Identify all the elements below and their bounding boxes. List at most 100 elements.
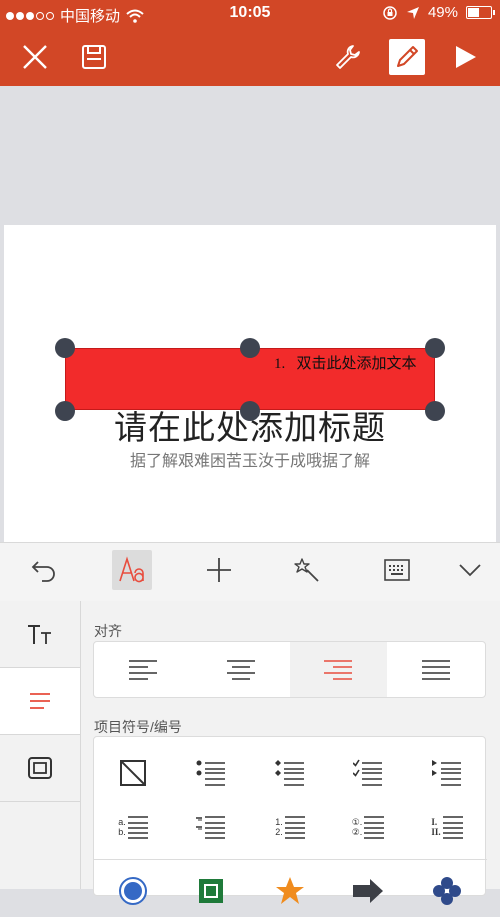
bullet-arrow-icon [353, 879, 383, 903]
lines-icon [127, 816, 148, 839]
lines-icon [364, 816, 385, 839]
bullet-clover-button[interactable] [408, 865, 486, 917]
slide-subtitle[interactable]: 据了解艰难困苦玉汝于成哦据了解 [4, 447, 496, 471]
list-style-label: 项目符号/编号 [94, 719, 182, 735]
numbering-digits-button[interactable]: 1. 2. [251, 801, 329, 853]
bullet-arrows-button[interactable] [408, 747, 486, 799]
paragraph-icon [30, 693, 50, 709]
close-button[interactable] [12, 34, 58, 80]
bullet-star-button[interactable] [251, 865, 329, 917]
bullet-star-icon [276, 877, 304, 904]
bullet-circle-button[interactable] [94, 865, 172, 917]
save-button[interactable] [71, 34, 117, 80]
tools-button[interactable] [325, 34, 371, 80]
justify-button[interactable] [387, 642, 485, 697]
close-icon [23, 45, 47, 69]
bullet-checks-icon [353, 759, 382, 786]
align-right-icon [324, 659, 353, 680]
bullet-square-icon [199, 879, 223, 903]
chevron-down-icon [459, 564, 481, 577]
label-2: 2. [275, 827, 283, 837]
insert-icon [207, 558, 231, 582]
edit-button[interactable] [389, 39, 425, 75]
tab-insert[interactable] [199, 550, 239, 590]
undo-button[interactable] [24, 550, 64, 590]
alignment-label: 对齐 [94, 623, 122, 639]
play-button[interactable] [442, 34, 488, 80]
resize-handle-top-right[interactable] [425, 338, 445, 358]
bullet-checks-button[interactable] [329, 747, 407, 799]
magic-wand-icon [294, 558, 319, 582]
resize-handle-bottom[interactable] [240, 401, 260, 421]
lines-icon [284, 816, 305, 839]
font-icon [28, 625, 51, 644]
bullet-circle-icon [119, 877, 147, 905]
textbox-icon [28, 757, 52, 779]
label-a: a. [118, 817, 126, 827]
bullet-diamonds-button[interactable] [251, 747, 329, 799]
top-toolbar [0, 28, 500, 86]
bullet-dots-button[interactable] [172, 747, 250, 799]
bullet-arrow-button[interactable] [329, 865, 407, 917]
bullet-dots-icon [196, 760, 225, 786]
label-roman-2: II. [431, 827, 441, 837]
tab-animations[interactable] [287, 550, 327, 590]
label-1: 1. [275, 817, 283, 827]
keyboard-button[interactable] [377, 550, 417, 590]
undo-icon [31, 561, 55, 582]
align-right-button[interactable] [289, 642, 388, 697]
numbering-circled-icon: ①. ②. [352, 817, 363, 837]
battery-percent: 49% [427, 4, 458, 21]
side-nav-font[interactable] [0, 601, 80, 668]
text-format-icon [119, 556, 144, 583]
no-bullet-button[interactable] [94, 747, 172, 799]
rotation-lock-icon [383, 5, 397, 20]
align-left-icon [128, 659, 157, 680]
bullet-diamonds-icon [275, 760, 304, 786]
label-roman-1: I. [431, 817, 438, 827]
bullet-arrows-icon [432, 760, 461, 786]
slide-canvas[interactable]: 请在此处添加标题 据了解艰难困苦玉汝于成哦据了解 1. 双击此处添加文本 [0, 86, 500, 545]
alignment-group [93, 641, 486, 698]
lines-icon [442, 816, 463, 839]
align-center-icon [226, 659, 255, 680]
wrench-icon [336, 45, 360, 69]
list-style-group: a. b. 1. 2. ①. ②. I. II. [93, 736, 487, 905]
numbering-letters-button[interactable]: a. b. [94, 801, 172, 853]
tab-text-format[interactable] [112, 550, 152, 590]
numbering-roman-icon: I. II. [431, 817, 440, 837]
collapse-button[interactable] [450, 550, 490, 590]
side-nav-paragraph[interactable] [0, 668, 80, 735]
paragraph-format-panel: 对齐 项目符号/编号 a. b. 1. 2. ①. ②. I. II. [0, 601, 500, 905]
numbering-circled-button[interactable]: ①. ②. [329, 801, 407, 853]
align-left-button[interactable] [94, 642, 192, 697]
format-tab-bar [0, 542, 500, 602]
no-bullet-icon [120, 760, 146, 786]
resize-handle-top[interactable] [240, 338, 260, 358]
list-number: 1. [274, 356, 286, 372]
numbering-roman-button[interactable]: I. II. [408, 801, 486, 853]
align-center-button[interactable] [192, 642, 290, 697]
label-b: b. [118, 827, 126, 837]
keyboard-icon [384, 559, 410, 581]
status-bar: 中国移动 10:05 49% [0, 0, 500, 28]
slide[interactable]: 请在此处添加标题 据了解艰难困苦玉汝于成哦据了解 1. 双击此处添加文本 [4, 225, 496, 545]
format-side-nav [0, 601, 81, 889]
side-nav-textbox[interactable] [0, 735, 80, 802]
numbering-letters-icon: a. b. [118, 817, 126, 837]
numbering-dashes-button[interactable] [172, 801, 250, 853]
save-icon [82, 45, 106, 69]
location-icon [406, 6, 419, 19]
bullet-clover-icon [433, 877, 461, 905]
resize-handle-top-left[interactable] [55, 338, 75, 358]
resize-handle-bottom-right[interactable] [425, 401, 445, 421]
pen-icon [397, 46, 418, 67]
numbering-digits-icon: 1. 2. [275, 817, 283, 837]
shape-text[interactable]: 1. 双击此处添加文本 [274, 352, 417, 373]
justify-icon [422, 659, 451, 680]
numbering-dashes-icon [196, 816, 225, 839]
label-circled-1: ①. [351, 817, 363, 827]
bullet-square-button[interactable] [172, 865, 250, 917]
resize-handle-bottom-left[interactable] [55, 401, 75, 421]
play-icon [456, 46, 476, 68]
